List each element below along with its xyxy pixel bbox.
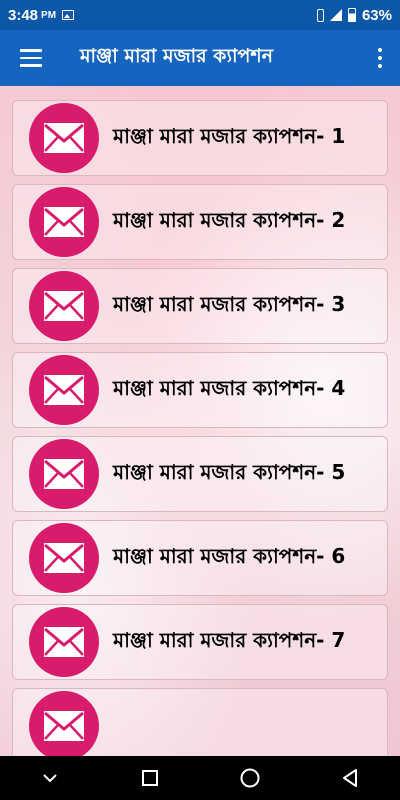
envelope-icon <box>29 355 99 425</box>
envelope-icon <box>29 439 99 509</box>
list-item-label: মাঞ্জা মারা মজার ক্যাপশন- 2 <box>113 207 346 232</box>
list-item-label: মাঞ্জা মারা মজার ক্যাপশন- 6 <box>113 543 346 568</box>
chevron-down-icon[interactable] <box>30 758 70 798</box>
envelope-icon <box>29 103 99 173</box>
list-item-label: মাঞ্জা মারা মজার ক্যাপশন- 3 <box>113 291 346 316</box>
list-item[interactable]: মাঞ্জা মারা মজার ক্যাপশন- 1 <box>12 100 388 176</box>
signal-icon <box>329 9 342 21</box>
vibrate-icon <box>316 8 324 22</box>
app-title: মাঞ্জা মারা মজার ক্যাপশন <box>80 45 273 67</box>
list-item-label: মাঞ্জা মারা মজার ক্যাপশন- 7 <box>113 627 346 652</box>
battery-percent: 63% <box>361 6 392 24</box>
home-circle-icon[interactable] <box>230 758 270 798</box>
list-item[interactable]: মাঞ্জা মারা মজার ক্যাপশন- 4 <box>12 352 388 428</box>
status-bar: 3:48 PM 63% <box>0 0 400 30</box>
list-item[interactable] <box>12 688 388 756</box>
status-ampm: PM <box>41 9 57 21</box>
photo-icon <box>62 10 75 20</box>
app-bar: মাঞ্জা মারা মজার ক্যাপশন <box>0 30 400 86</box>
list-item-label: মাঞ্জা মারা মজার ক্যাপশন- 4 <box>113 375 346 400</box>
status-time: 3:48 <box>8 6 39 24</box>
caption-list: মাঞ্জা মারা মজার ক্যাপশন- 1 মাঞ্জা মারা ম… <box>12 100 388 756</box>
envelope-icon <box>29 523 99 593</box>
status-icons: 63% <box>316 6 392 24</box>
list-item-label: মাঞ্জা মারা মজার ক্যাপশন- 5 <box>113 459 346 484</box>
list-item[interactable]: মাঞ্জা মারা মজার ক্যাপশন- 7 <box>12 604 388 680</box>
list-item[interactable]: মাঞ্জা মারা মজার ক্যাপশন- 5 <box>12 436 388 512</box>
list-item[interactable]: মাঞ্জা মারা মজার ক্যাপশন- 3 <box>12 268 388 344</box>
recents-square-icon[interactable] <box>130 758 170 798</box>
back-triangle-icon[interactable] <box>330 758 370 798</box>
envelope-icon <box>29 271 99 341</box>
envelope-icon <box>29 691 99 756</box>
hamburger-icon[interactable] <box>20 49 42 67</box>
list-item-label: মাঞ্জা মারা মজার ক্যাপশন- 1 <box>113 123 346 148</box>
navigation-bar <box>0 756 400 800</box>
list-item[interactable]: মাঞ্জা মারা মজার ক্যাপশন- 6 <box>12 520 388 596</box>
content-area[interactable]: মাঞ্জা মারা মজার ক্যাপশন- 1 মাঞ্জা মারা ম… <box>0 86 400 756</box>
envelope-icon <box>29 607 99 677</box>
battery-icon <box>347 8 356 22</box>
envelope-icon <box>29 187 99 257</box>
more-vert-icon[interactable] <box>374 44 386 72</box>
list-item[interactable]: মাঞ্জা মারা মজার ক্যাপশন- 2 <box>12 184 388 260</box>
